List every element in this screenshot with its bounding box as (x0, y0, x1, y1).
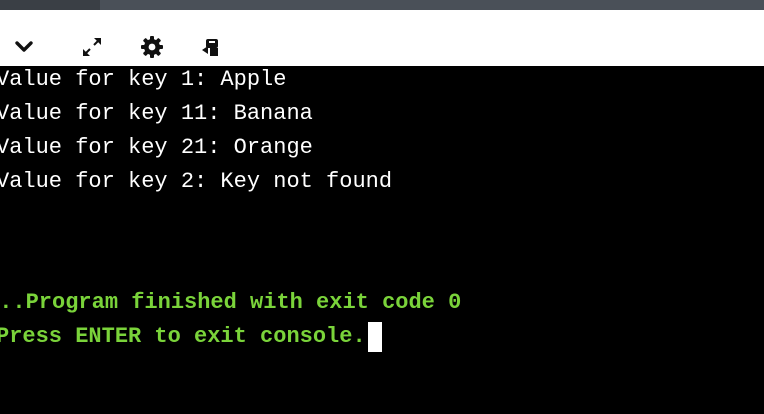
console-output[interactable]: Value for key 1: Apple Value for key 11:… (0, 66, 764, 414)
output-line: Value for key 1: Apple (0, 67, 287, 92)
chevron-down-icon[interactable] (10, 33, 38, 61)
window-top-bar (0, 0, 764, 28)
text-cursor (367, 322, 382, 352)
gear-icon[interactable] (138, 33, 166, 61)
prompt-line-wrap: Press ENTER to exit console. (0, 322, 382, 352)
output-line: Value for key 11: Banana (0, 101, 313, 126)
console-toolbar (0, 28, 764, 66)
exit-code-line: ...Program finished with exit code 0 (0, 290, 462, 315)
output-line: Value for key 2: Key not found (0, 169, 393, 194)
exit-prompt-line: Press ENTER to exit console. (0, 324, 366, 349)
expand-arrows-icon[interactable] (78, 33, 106, 61)
title-strip-accent (100, 0, 764, 10)
share-icon[interactable] (198, 33, 226, 61)
output-line: Value for key 21: Orange (0, 135, 313, 160)
title-strip (0, 0, 764, 10)
